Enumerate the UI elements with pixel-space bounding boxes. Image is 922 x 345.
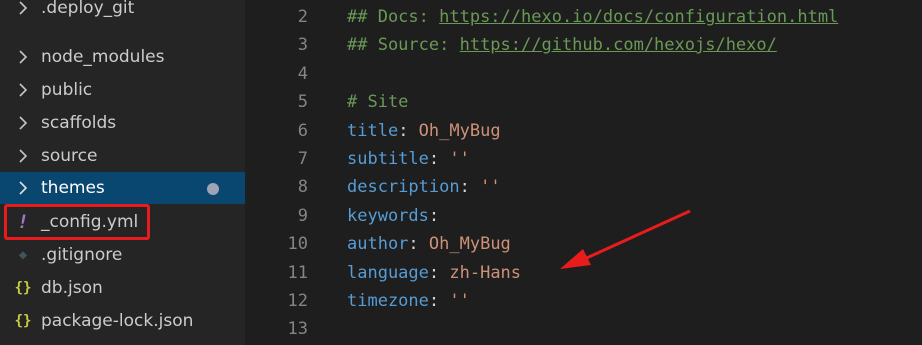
tree-folder-themes[interactable]: themes [0, 172, 245, 204]
code-line: 7 subtitle: '' [245, 145, 922, 173]
code-line: 4 [245, 60, 922, 88]
tree-item-label: node_modules [41, 47, 165, 67]
yaml-key: title [347, 121, 399, 141]
tree-file-db-json[interactable]: {} db.json [0, 272, 245, 304]
code-line: 3 ## Source: https://github.com/hexojs/h… [245, 31, 922, 59]
line-number: 4 [297, 64, 308, 84]
yaml-key: subtitle [347, 149, 429, 169]
code-line: 10 author: Oh_MyBug [245, 230, 922, 258]
yaml-value: Oh_MyBug [418, 121, 501, 141]
chevron-right-icon [15, 115, 31, 131]
chevron-right-icon [15, 148, 31, 164]
tree-item-label: .deploy_git [41, 0, 135, 18]
code-link[interactable]: https://hexo.io/docs/configuration.html [439, 7, 838, 27]
code-line: 6 title: Oh_MyBug [245, 117, 922, 145]
code-line: 9 keywords: [245, 202, 922, 230]
chevron-right-icon [15, 82, 31, 98]
annotation-highlight-box [4, 204, 150, 240]
yaml-key: timezone [347, 291, 429, 311]
code-editor[interactable]: 2 ## Docs: https://hexo.io/docs/configur… [245, 0, 922, 345]
file-explorer: .deploy_git node_modules public scaffold… [0, 0, 245, 345]
line-number: 3 [297, 35, 308, 55]
json-file-icon: {} [14, 280, 32, 296]
json-file-icon: {} [14, 313, 32, 329]
yaml-key: language [347, 263, 429, 283]
yaml-value: '' [480, 177, 501, 197]
yaml-value: '' [449, 291, 470, 311]
tree-folder-scaffolds[interactable]: scaffolds [0, 107, 245, 139]
code-comment: # Site [347, 92, 409, 112]
code-comment: ## Source: [347, 35, 460, 55]
code-line: 12 timezone: '' [245, 287, 922, 315]
tree-folder-node-modules[interactable]: node_modules [0, 41, 245, 73]
line-number: 12 [287, 291, 308, 311]
tree-file-gitignore[interactable]: ◆ .gitignore [0, 239, 245, 271]
code-line: 13 [245, 315, 922, 343]
line-number: 9 [297, 206, 308, 226]
yaml-key: author [347, 234, 409, 254]
tree-item-label: package-lock.json [41, 311, 194, 331]
chevron-right-icon [15, 180, 31, 196]
line-number: 6 [297, 121, 308, 141]
line-number: 13 [287, 319, 308, 339]
line-number: 2 [297, 7, 308, 27]
tree-item-label: public [41, 80, 93, 100]
tree-item-label: .gitignore [41, 245, 123, 265]
tree-item-label: scaffolds [41, 113, 117, 133]
modified-dot-icon [207, 183, 219, 195]
yaml-value: zh-Hans [449, 263, 522, 283]
yaml-key: keywords [347, 206, 429, 226]
tree-folder-source[interactable]: source [0, 140, 245, 172]
line-number: 7 [297, 149, 308, 169]
code-comment: ## Docs: [347, 7, 440, 27]
code-line: 2 ## Docs: https://hexo.io/docs/configur… [245, 3, 922, 31]
yaml-value: '' [449, 149, 470, 169]
line-number: 11 [287, 263, 308, 283]
yaml-key: description [347, 177, 460, 197]
tree-item-label: themes [41, 178, 105, 198]
yaml-value: Oh_MyBug [428, 234, 511, 254]
chevron-right-icon [15, 0, 31, 16]
line-number: 8 [297, 177, 308, 197]
tree-folder-public[interactable]: public [0, 74, 245, 106]
code-line: 11 language: zh-Hans [245, 259, 922, 287]
tree-folder-deploy-git[interactable]: .deploy_git [0, 0, 245, 24]
tree-item-label: db.json [41, 278, 103, 298]
code-link[interactable]: https://github.com/hexojs/hexo/ [460, 35, 777, 55]
line-number: 10 [287, 234, 308, 254]
code-line: 5 # Site [245, 88, 922, 116]
git-file-icon: ◆ [18, 247, 28, 263]
chevron-right-icon [15, 49, 31, 65]
line-number: 5 [297, 92, 308, 112]
tree-file-package-lock-json[interactable]: {} package-lock.json [0, 305, 245, 337]
tree-item-label: source [41, 146, 98, 166]
code-line: 8 description: '' [245, 173, 922, 201]
